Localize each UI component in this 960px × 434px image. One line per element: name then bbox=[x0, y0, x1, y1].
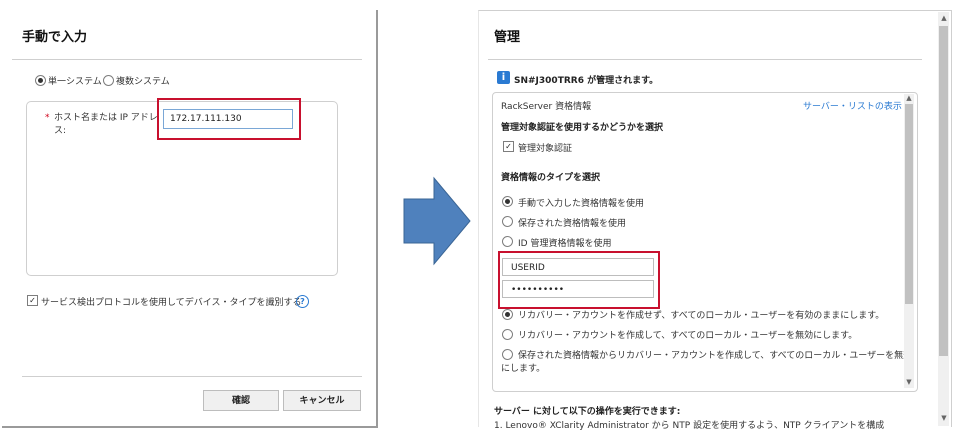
recovery-option-2-label: リカバリー・アカウントを作成して、すべてのローカル・ユーザーを無効にします。 bbox=[518, 331, 858, 341]
inner-scrollbar-thumb[interactable] bbox=[905, 104, 913, 304]
cancel-button[interactable]: キャンセル bbox=[283, 390, 361, 411]
credential-option-id-radio[interactable] bbox=[502, 236, 513, 247]
credential-option-id-label: ID 管理資格情報を使用 bbox=[518, 239, 612, 249]
ok-button[interactable]: 確認 bbox=[203, 390, 279, 411]
manage-dialog-title: 管理 bbox=[494, 30, 521, 45]
service-discovery-label: サービス検出プロトコルを使用してデバイス・タイプを識別する bbox=[41, 298, 302, 308]
manage-title-divider bbox=[488, 59, 922, 60]
managed-auth-label: 管理対象認証 bbox=[518, 144, 573, 154]
bottom-heading: サーバー に対して以下の操作を実行できます: bbox=[494, 407, 681, 417]
multiple-system-label: 複数システム bbox=[116, 77, 170, 87]
credential-option-saved-radio[interactable] bbox=[502, 216, 513, 227]
server-list-link[interactable]: サーバー・リストの表示 bbox=[803, 99, 902, 112]
right-arrow-icon bbox=[403, 176, 471, 266]
bottom-item-1: 1. Lenovo® XClarity Administrator から NTP… bbox=[494, 421, 885, 431]
recovery-option-3-label: 保存された資格情報からリカバリー・アカウントを作成して、すべてのローカル・ユーザ… bbox=[518, 351, 913, 361]
recovery-option-1-radio[interactable] bbox=[502, 309, 513, 320]
required-mark: * bbox=[45, 113, 50, 123]
host-label: ホスト名または IP アドレス: bbox=[54, 113, 158, 136]
credential-option-manual-radio[interactable] bbox=[502, 196, 513, 207]
section-title: RackServer 資格情報 bbox=[501, 102, 592, 112]
multiple-system-radio[interactable] bbox=[103, 75, 114, 86]
service-discovery-checkbox[interactable]: ✓ bbox=[27, 295, 38, 306]
title-divider bbox=[12, 59, 362, 60]
managed-auth-heading: 管理対象認証を使用するかどうかを選択 bbox=[501, 123, 664, 133]
inner-scroll-down-icon[interactable]: ▼ bbox=[905, 378, 913, 386]
recovery-option-2-radio[interactable] bbox=[502, 329, 513, 340]
outer-scrollbar-thumb[interactable] bbox=[939, 26, 948, 356]
outer-scroll-up-icon[interactable]: ▲ bbox=[940, 14, 948, 22]
help-icon[interactable]: ? bbox=[296, 295, 309, 308]
recovery-option-1-label: リカバリー・アカウントを作成せず、すべてのローカル・ユーザーを有効のままにします… bbox=[518, 311, 885, 321]
footer-divider bbox=[22, 376, 362, 377]
credential-option-saved-label: 保存された資格情報を使用 bbox=[518, 219, 627, 229]
managed-message: SN#J300TRR6 が管理されます。 bbox=[514, 76, 659, 86]
credential-type-heading: 資格情報のタイプを選択 bbox=[501, 173, 601, 183]
recovery-option-3-label-cont: にします。 bbox=[501, 364, 546, 374]
info-icon: i bbox=[497, 71, 510, 84]
credential-option-manual-label: 手動で入力した資格情報を使用 bbox=[518, 199, 645, 209]
dialog-title: 手動で入力 bbox=[22, 30, 88, 45]
single-system-radio[interactable] bbox=[35, 75, 46, 86]
recovery-option-3-radio[interactable] bbox=[502, 349, 513, 360]
inner-scroll-up-icon[interactable]: ▲ bbox=[905, 94, 913, 102]
single-system-label: 単一システム bbox=[48, 77, 102, 87]
password-input[interactable]: •••••••••• bbox=[502, 280, 654, 298]
outer-scroll-down-icon[interactable]: ▼ bbox=[940, 414, 948, 422]
host-input[interactable]: 172.17.111.130 bbox=[163, 109, 293, 129]
userid-input[interactable]: USERID bbox=[502, 258, 654, 276]
managed-auth-checkbox[interactable]: ✓ bbox=[503, 141, 514, 152]
